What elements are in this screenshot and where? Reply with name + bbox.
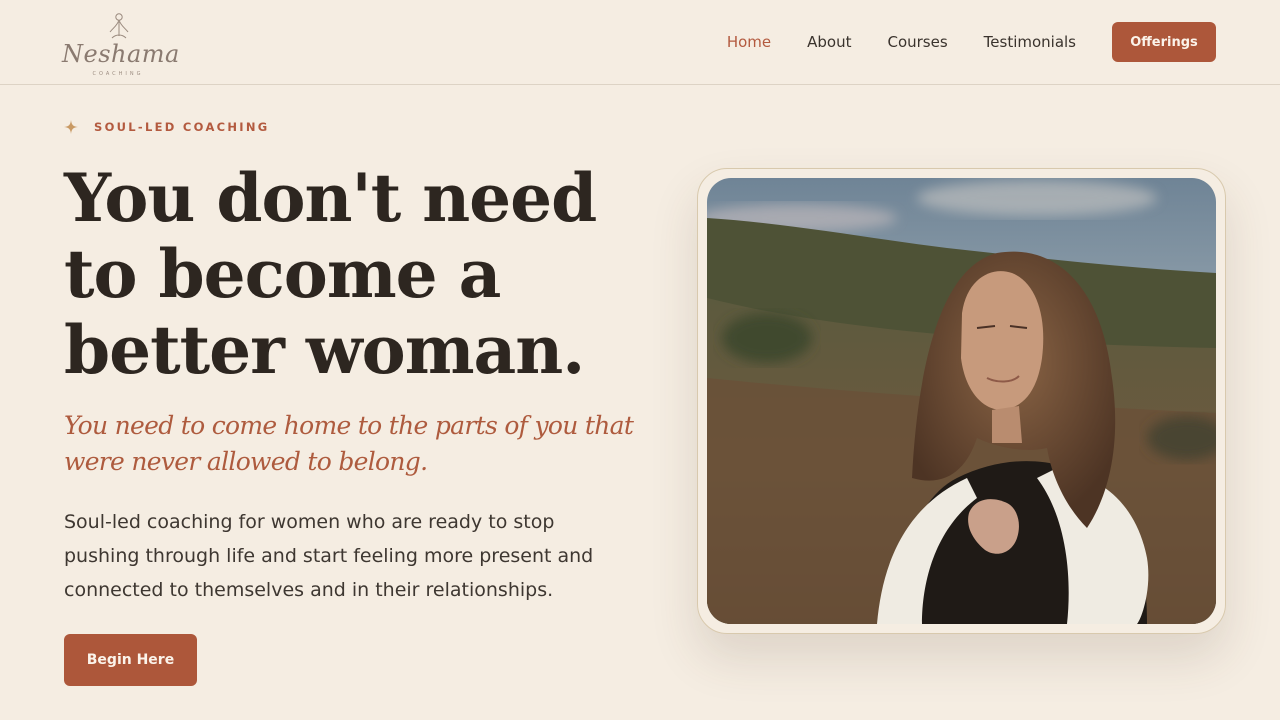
sparkle-icon (64, 120, 78, 134)
brand-name: Neshama (62, 40, 180, 68)
site-header: Neshama COACHING Home About Courses Test… (0, 0, 1280, 85)
hero-photo (707, 178, 1216, 624)
nav-home[interactable]: Home (727, 33, 771, 51)
eyebrow-label: SOUL-LED COACHING (94, 120, 270, 134)
brand-logo[interactable]: Neshama COACHING (62, 8, 180, 80)
nav-courses[interactable]: Courses (887, 33, 947, 51)
hero-headline: You don't need to become a better woman. (64, 159, 597, 389)
nav-testimonials[interactable]: Testimonials (984, 33, 1076, 51)
brand-tagline: COACHING (92, 71, 144, 77)
hero-description: Soul-led coaching for women who are read… (64, 511, 594, 601)
nav-about[interactable]: About (807, 33, 851, 51)
coach-portrait-image (707, 178, 1216, 624)
begin-here-button[interactable]: Begin Here (64, 634, 197, 686)
hero-subheadline: You need to come home to the parts of yo… (64, 411, 634, 476)
main-nav: Home About Courses Testimonials Offering… (691, 0, 1216, 84)
offerings-button[interactable]: Offerings (1112, 22, 1216, 62)
lotus-figure-icon (109, 13, 129, 39)
hero-eyebrow: SOUL-LED COACHING (64, 115, 270, 139)
